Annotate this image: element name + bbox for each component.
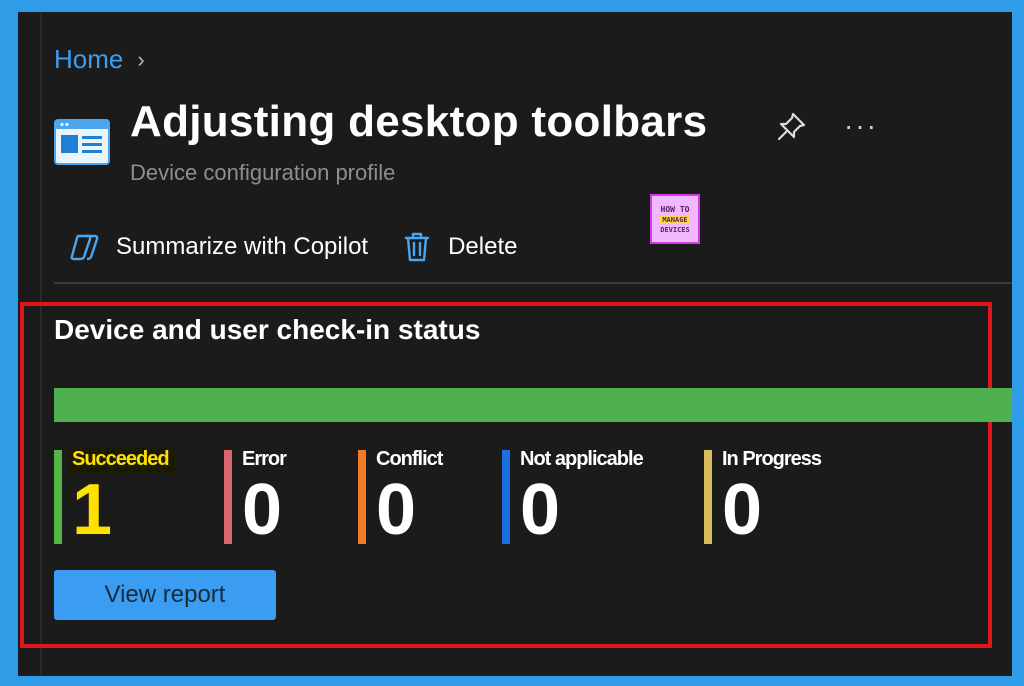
stat-color-bar: [358, 450, 366, 544]
progress-fill-succeeded: [54, 388, 1012, 422]
stat-label: Conflict: [376, 448, 443, 470]
stat-label: Not applicable: [520, 448, 644, 470]
summarize-label: Summarize with Copilot: [116, 233, 369, 260]
command-bar: Summarize with Copilot Delete: [68, 230, 517, 264]
summarize-with-copilot-button[interactable]: Summarize with Copilot: [68, 230, 368, 264]
stat-value: 0: [242, 470, 283, 550]
logo-line-2: MANAGE: [660, 215, 690, 224]
stat-label: Error: [242, 448, 287, 470]
device-profile-icon: [54, 119, 110, 165]
stat-color-bar: [224, 450, 232, 544]
pin-icon[interactable]: [774, 110, 808, 144]
stat-color-bar: [502, 450, 510, 544]
stat-value: 0: [376, 470, 417, 550]
watermark-logo: HOW TO MANAGE DEVICES: [650, 194, 700, 244]
stat-value: 0: [520, 470, 561, 550]
stat-color-bar: [704, 450, 712, 544]
stat-color-bar: [54, 450, 62, 544]
toolbar-divider: [54, 282, 1012, 284]
breadcrumb: Home ›: [54, 44, 145, 75]
copilot-icon: [70, 234, 99, 261]
checkin-progress-bar: [54, 388, 1012, 422]
breadcrumb-home-link[interactable]: Home: [54, 44, 123, 75]
stat-label: In Progress: [722, 448, 822, 470]
view-report-button[interactable]: View report: [54, 570, 276, 620]
checkin-status-title: Device and user check-in status: [54, 314, 481, 345]
page-subtitle: Device configuration profile: [130, 160, 396, 186]
page-title: Adjusting desktop toolbars: [130, 97, 708, 146]
stat-value: 0: [722, 470, 763, 550]
delete-label: Delete: [448, 233, 518, 260]
portal-frame: Home › Adjusting desktop toolbars Device…: [18, 12, 1012, 676]
chevron-right-icon: ›: [137, 46, 145, 72]
more-options-icon[interactable]: ···: [844, 110, 878, 142]
trash-icon: [404, 232, 430, 262]
logo-line-1: HOW TO: [660, 204, 690, 214]
stat-value: 1: [72, 470, 113, 550]
delete-button[interactable]: Delete: [400, 230, 517, 264]
title-row: Adjusting desktop toolbars Device config…: [52, 97, 708, 186]
logo-line-3: DEVICES: [660, 225, 690, 234]
